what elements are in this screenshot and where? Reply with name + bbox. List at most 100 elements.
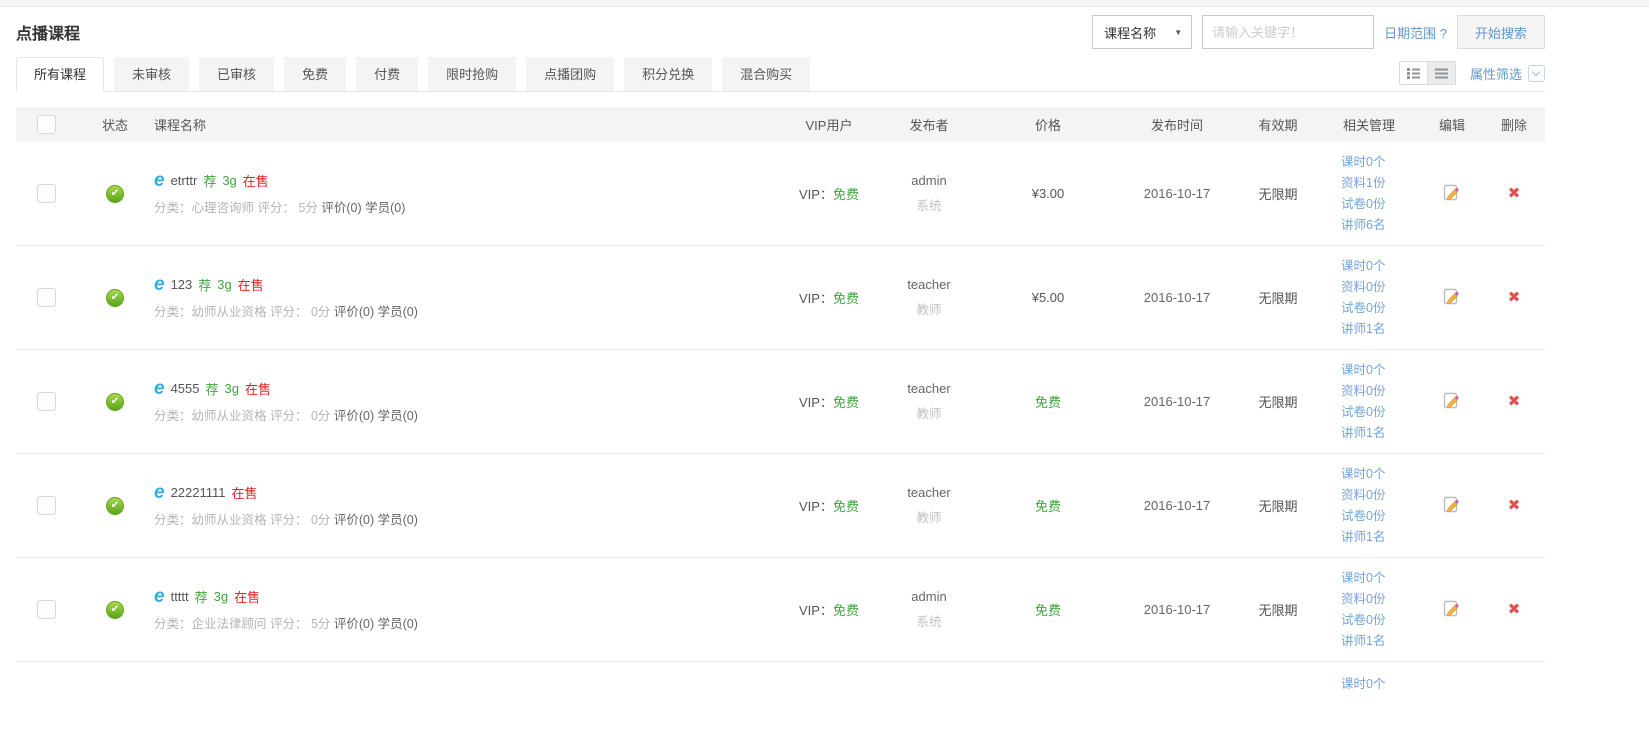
column-header-9: 删除 (1483, 115, 1545, 134)
column-header-5: 发布时间 (1115, 115, 1239, 134)
search-button[interactable]: 开始搜索 (1457, 15, 1545, 49)
management-link[interactable]: 资料1份 (1341, 175, 1385, 192)
table-row[interactable]: ✔e22221111在售分类：幼师从业资格 评分： 0分 评价(0) 学员(0)… (16, 454, 1545, 558)
management-link[interactable]: 资料0份 (1341, 487, 1385, 504)
course-title-line: e4555荐3g在售 (154, 379, 781, 398)
tab-5[interactable]: 限时抢购 (428, 57, 516, 91)
delete-button[interactable]: ✖ (1508, 393, 1521, 410)
tab-0[interactable]: 所有课程 (16, 57, 104, 92)
management-link[interactable]: 资料0份 (1341, 279, 1385, 296)
top-strip (0, 0, 1649, 7)
search-category-select[interactable]: 课程名称 ▼ (1092, 15, 1192, 49)
publish-date: 2016-10-17 (1144, 498, 1211, 513)
attribute-filter-link[interactable]: 属性筛选 (1470, 64, 1545, 83)
tab-3[interactable]: 免费 (284, 57, 346, 91)
tab-8[interactable]: 混合购买 (722, 57, 810, 91)
validity: 无限期 (1258, 499, 1297, 514)
vip-label: VIP： (799, 187, 833, 202)
management-link[interactable]: 课时0个 (1341, 676, 1385, 693)
management-link[interactable]: 试卷0份 (1341, 196, 1385, 213)
row-checkbox[interactable] (37, 288, 56, 307)
status-approved-icon: ✔ (106, 601, 124, 619)
course-subtitle: 分类：幼师从业资格 评分： 0分 评价(0) 学员(0) (154, 405, 781, 424)
management-link[interactable]: 讲师1名 (1341, 321, 1385, 338)
management-link[interactable]: 课时0个 (1341, 154, 1385, 171)
management-link[interactable]: 资料0份 (1341, 383, 1385, 400)
ie-icon: e (154, 590, 165, 604)
ie-icon: e (154, 382, 165, 396)
edit-button[interactable] (1443, 599, 1461, 618)
table-row[interactable]: ✔e123荐3g在售分类：幼师从业资格 评分： 0分 评价(0) 学员(0)VI… (16, 246, 1545, 350)
row-checkbox[interactable] (37, 392, 56, 411)
management-link[interactable]: 试卷0份 (1341, 612, 1385, 629)
tab-1[interactable]: 未审核 (114, 57, 189, 91)
management-link[interactable]: 讲师1名 (1341, 425, 1385, 442)
vip-label: VIP： (799, 603, 833, 618)
course-category: 分类：幼师从业资格 评分： 0分 (154, 305, 334, 319)
management-link[interactable]: 试卷0份 (1341, 508, 1385, 525)
management-link[interactable]: 讲师1名 (1341, 529, 1385, 546)
edit-icon (1443, 495, 1461, 514)
tab-2[interactable]: 已审核 (199, 57, 274, 91)
management-link[interactable]: 课时0个 (1341, 570, 1385, 587)
edit-button[interactable] (1443, 495, 1461, 514)
table-row[interactable]: 课时0个 (16, 662, 1545, 730)
card-view-button[interactable] (1400, 62, 1427, 84)
management-link[interactable]: 讲师1名 (1341, 633, 1385, 650)
tab-4[interactable]: 付费 (356, 57, 418, 91)
vip-value: 免费 (833, 499, 859, 514)
list-view-button[interactable] (1427, 62, 1455, 84)
row-checkbox[interactable] (37, 600, 56, 619)
keyword-input[interactable] (1202, 15, 1374, 49)
view-toggle-group (1399, 61, 1456, 85)
validity: 无限期 (1258, 187, 1297, 202)
price-value: 免费 (1035, 499, 1061, 514)
delete-button[interactable]: ✖ (1508, 185, 1521, 202)
edit-button[interactable] (1443, 287, 1461, 306)
course-subtitle: 分类：幼师从业资格 评分： 0分 评价(0) 学员(0) (154, 509, 781, 528)
status-approved-icon: ✔ (106, 497, 124, 515)
sale-status: 在售 (243, 171, 269, 190)
table-row[interactable]: ✔ettttt荐3g在售分类：企业法律顾问 评分： 5分 评价(0) 学员(0)… (16, 558, 1545, 662)
course-category: 分类：企业法律顾问 评分： 5分 (154, 617, 334, 631)
publisher-role: 系统 (877, 611, 981, 630)
vip-value: 免费 (833, 291, 859, 306)
publisher-role: 系统 (877, 195, 981, 214)
search-controls: 课程名称 ▼ 日期范围 ? 开始搜索 (1092, 15, 1545, 49)
course-title-line: eetrttr荐3g在售 (154, 171, 781, 190)
publisher-name: admin (877, 173, 981, 188)
delete-button[interactable]: ✖ (1508, 601, 1521, 618)
course-name[interactable]: etrttr (171, 173, 198, 188)
vip-value: 免费 (833, 395, 859, 410)
management-link[interactable]: 试卷0份 (1341, 404, 1385, 421)
course-name[interactable]: ttttt (171, 589, 189, 604)
row-checkbox[interactable] (37, 184, 56, 203)
management-link[interactable]: 课时0个 (1341, 362, 1385, 379)
course-stats: 评价(0) 学员(0) (334, 513, 418, 527)
course-name[interactable]: 4555 (171, 381, 200, 396)
ie-icon: e (154, 486, 165, 500)
edit-button[interactable] (1443, 391, 1461, 410)
row-checkbox[interactable] (37, 496, 56, 515)
management-links: 课时0个资料1份试卷0份讲师6名 (1317, 154, 1421, 234)
course-stats: 评价(0) 学员(0) (334, 617, 418, 631)
delete-button[interactable]: ✖ (1508, 497, 1521, 514)
header-checkbox-cell (16, 115, 76, 134)
management-link[interactable]: 课时0个 (1341, 466, 1385, 483)
course-name[interactable]: 123 (171, 277, 193, 292)
course-name[interactable]: 22221111 (171, 485, 226, 500)
table-row[interactable]: ✔e4555荐3g在售分类：幼师从业资格 评分： 0分 评价(0) 学员(0)V… (16, 350, 1545, 454)
table-header-row: 状态课程名称VIP用户发布者价格发布时间有效期相关管理编辑删除 (16, 107, 1545, 142)
table-row[interactable]: ✔eetrttr荐3g在售分类：心理咨询师 评分： 5分 评价(0) 学员(0)… (16, 142, 1545, 246)
date-range-link[interactable]: 日期范围 ? (1384, 23, 1447, 42)
course-stats: 评价(0) 学员(0) (321, 201, 405, 215)
tab-6[interactable]: 点播团购 (526, 57, 614, 91)
delete-button[interactable]: ✖ (1508, 289, 1521, 306)
management-link[interactable]: 资料0份 (1341, 591, 1385, 608)
select-all-checkbox[interactable] (37, 115, 56, 134)
management-link[interactable]: 讲师6名 (1341, 217, 1385, 234)
tab-7[interactable]: 积分兑换 (624, 57, 712, 91)
edit-button[interactable] (1443, 183, 1461, 202)
management-link[interactable]: 试卷0份 (1341, 300, 1385, 317)
management-link[interactable]: 课时0个 (1341, 258, 1385, 275)
